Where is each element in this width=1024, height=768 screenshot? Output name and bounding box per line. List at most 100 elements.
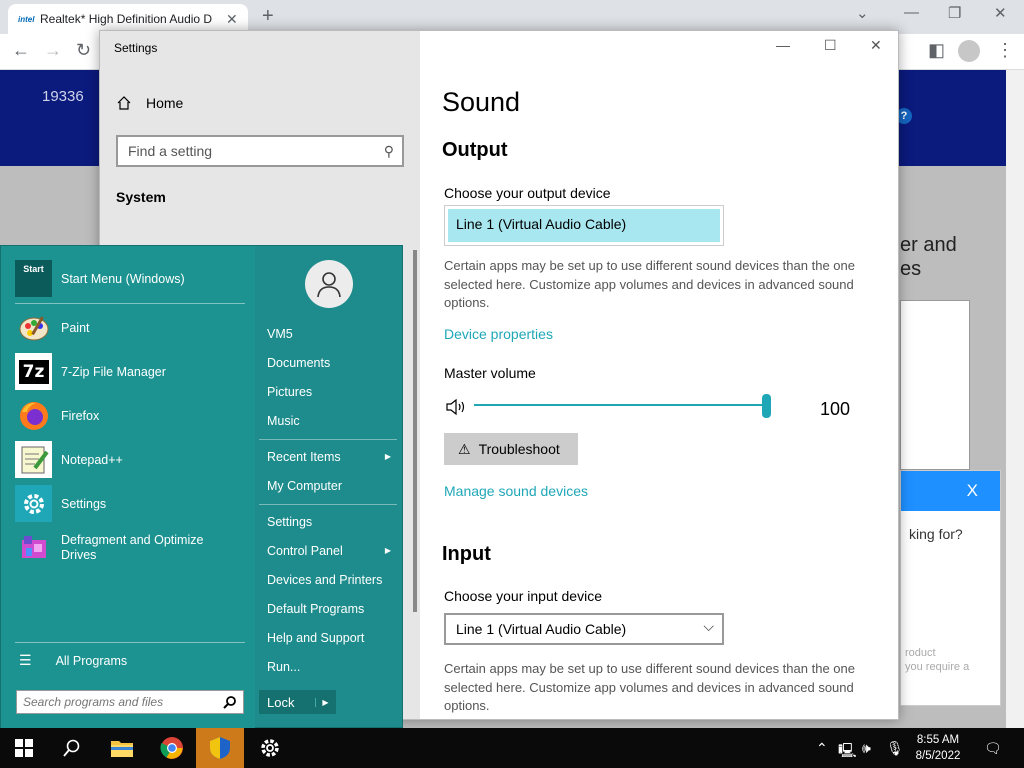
chat-note-1: roduct [905, 647, 936, 659]
banner-number: 19336 [42, 88, 84, 105]
settings-search-input[interactable] [128, 143, 368, 159]
program-start-menu[interactable]: Start Start Menu (Windows) [15, 260, 185, 297]
output-device-value: Line 1 (Virtual Audio Cable) [448, 209, 720, 242]
lock-button[interactable]: Lock ▶ [259, 690, 336, 714]
program-settings[interactable]: Settings [15, 485, 106, 522]
tab-search-chevron-icon[interactable]: ⌄ [856, 4, 869, 22]
settings-maximize-icon[interactable]: ☐ [824, 37, 837, 54]
program-7zip[interactable]: 7z 7-Zip File Manager [15, 353, 166, 390]
volume-value: 100 [820, 399, 851, 419]
program-paint[interactable]: Paint [15, 309, 90, 346]
home-nav-item[interactable]: Home [116, 95, 183, 111]
menu-item-run[interactable]: Run... [267, 660, 395, 674]
home-icon [117, 96, 131, 110]
menu-item-devices-printers[interactable]: Devices and Printers [267, 573, 395, 587]
menu-item-help-support[interactable]: Help and Support [267, 631, 395, 645]
program-defrag[interactable]: Defragment and Optimize Drives [15, 529, 211, 566]
windows-logo-icon [15, 739, 33, 757]
gear-icon [261, 739, 279, 757]
side-panel-icon[interactable]: ◧ [928, 40, 945, 61]
program-firefox[interactable]: Firefox [15, 397, 99, 434]
chat-note-2: you require a [905, 661, 970, 673]
reload-icon[interactable]: ↻ [76, 40, 91, 61]
system-section-label: System [116, 189, 166, 205]
settings-search-box[interactable]: ⚲ [116, 135, 404, 167]
restore-icon[interactable]: ❐ [948, 4, 961, 22]
output-description: Certain apps may be set up to use differ… [444, 258, 855, 310]
troubleshoot-button[interactable]: ⚠ Troubleshoot [444, 433, 578, 465]
start-search-input[interactable] [23, 695, 213, 709]
menu-item-default-programs[interactable]: Default Programs [267, 602, 395, 616]
settings-close-icon[interactable]: ✕ [870, 37, 882, 54]
output-device-select[interactable]: Line 1 (Virtual Audio Cable) [444, 205, 724, 246]
taskbar-file-explorer[interactable] [98, 728, 146, 768]
home-label: Home [146, 95, 184, 111]
user-avatar[interactable] [305, 260, 353, 308]
minimize-icon[interactable]: — [904, 4, 919, 21]
menu-item-control-panel[interactable]: Control Panel ▶ [267, 544, 395, 558]
start-menu: Start Start Menu (Windows) Paint 7z 7-Zi… [0, 245, 403, 729]
profile-avatar[interactable] [958, 40, 980, 62]
menu-item-pictures[interactable]: Pictures [267, 385, 395, 399]
microphone-icon[interactable]: 🎙 [886, 740, 904, 757]
settings-nav-scrollbar[interactable] [413, 250, 417, 612]
menu-item-my-computer[interactable]: My Computer [267, 479, 395, 493]
input-description: Certain apps may be set up to use differ… [444, 661, 855, 713]
user-icon [317, 272, 341, 298]
back-arrow-icon[interactable]: ← [12, 40, 30, 61]
start-menu-icon: Start [15, 260, 52, 297]
manage-sound-devices-link[interactable]: Manage sound devices [444, 483, 588, 499]
menu-item-music[interactable]: Music [267, 414, 395, 428]
defrag-icon [15, 529, 52, 566]
close-window-icon[interactable]: ✕ [994, 4, 1007, 22]
start-search-box[interactable] [16, 690, 244, 714]
page-title: Sound [442, 87, 521, 117]
new-tab-button[interactable]: + [262, 5, 274, 28]
show-hidden-icons-chevron-icon[interactable]: ⌃ [816, 740, 828, 757]
program-notepadpp[interactable]: Notepad++ [15, 441, 123, 478]
taskbar-security-shield[interactable] [196, 728, 244, 768]
kebab-menu-icon[interactable]: ⋮ [996, 40, 1014, 61]
menu-item-settings[interactable]: Settings [267, 515, 395, 529]
menu-item-documents[interactable]: Documents [267, 356, 395, 370]
device-properties-link[interactable]: Device properties [444, 326, 553, 342]
network-icon[interactable]: 🖳 [838, 740, 857, 764]
page-scrollbar[interactable] [1006, 70, 1024, 728]
input-device-select[interactable]: Line 1 (Virtual Audio Cable) ⌵ [444, 613, 724, 645]
taskbar-settings[interactable] [246, 728, 294, 768]
search-icon: ⚲ [383, 143, 394, 159]
settings-minimize-icon[interactable]: — [776, 37, 790, 53]
windows-start-button[interactable] [0, 728, 48, 768]
start-menu-programs: Start Start Menu (Windows) Paint 7z 7-Zi… [1, 246, 255, 729]
forward-arrow-icon[interactable]: → [44, 40, 62, 61]
separator [15, 303, 245, 304]
volume-slider-track[interactable] [474, 404, 766, 406]
speaker-icon[interactable]: 🕪 [862, 740, 871, 757]
menu-item-vm5[interactable]: VM5 [267, 327, 395, 341]
volume-slider-thumb[interactable] [762, 394, 771, 418]
taskbar-chrome[interactable] [148, 728, 196, 768]
7zip-icon: 7z [15, 353, 52, 390]
lock-options-arrow-icon[interactable]: ▶ [315, 697, 335, 707]
clock-time: 8:55 AM [916, 734, 960, 746]
taskbar-search-button[interactable] [48, 728, 96, 768]
system-clock[interactable]: 8:55 AM 8/5/2022 [910, 732, 966, 764]
program-label: Defragment and Optimize Drives [61, 533, 204, 562]
separator [259, 504, 397, 505]
master-volume-label: Master volume [444, 365, 536, 381]
folder-icon [111, 741, 133, 757]
taskbar: ⌃ 🖳 🕪 🎙 8:55 AM 8/5/2022 🗨 [0, 728, 1024, 768]
close-tab-icon[interactable]: ✕ [226, 11, 238, 28]
search-icon [63, 739, 80, 757]
firefox-icon [15, 397, 52, 434]
menu-item-recent-items[interactable]: Recent Items ▶ [267, 450, 395, 464]
clock-date: 8/5/2022 [915, 750, 961, 762]
speaker-icon[interactable] [446, 398, 468, 416]
list-icon: ☰ [19, 652, 32, 668]
bg-heading-line-1: er and [900, 234, 957, 256]
paint-icon [15, 309, 52, 346]
program-label: Settings [61, 496, 107, 511]
notifications-icon[interactable]: 🗨 [984, 740, 1002, 757]
chat-close-button[interactable]: X [967, 481, 978, 501]
all-programs-button[interactable]: ☰ All Programs [19, 652, 127, 669]
